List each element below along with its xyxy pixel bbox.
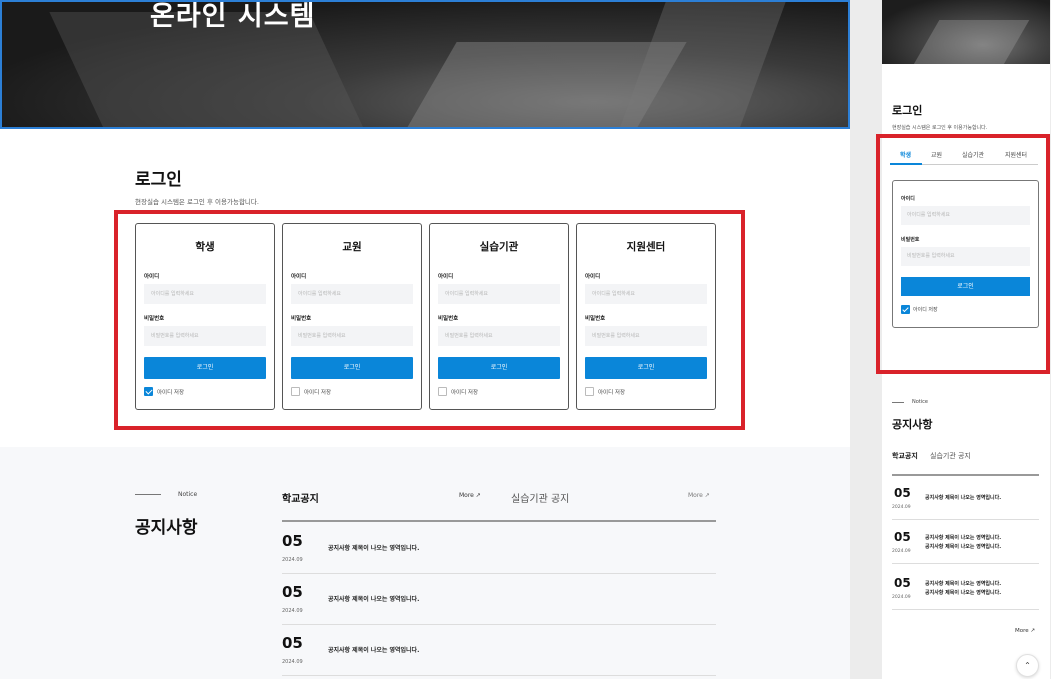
highlight-box-mobile-login xyxy=(876,134,1050,374)
notice-date: 2024.09 xyxy=(282,659,303,665)
notice-day: 05 xyxy=(282,532,303,550)
notice-date: 2024.09 xyxy=(282,557,303,563)
notice-divider xyxy=(135,494,161,495)
notice-date: 2024.09 xyxy=(892,505,911,510)
notice-title: 공지사항 xyxy=(135,518,198,538)
mobile-login-subtitle: 현장실습 시스템은 로그인 후 이용가능합니다. xyxy=(892,125,988,131)
notice-row[interactable]: 05 2024.09 공지사항 제목이 나오는 영역입니다. xyxy=(282,624,716,676)
mobile-login-title: 로그인 xyxy=(892,104,923,117)
hero-banner: 온라인 시스템 xyxy=(0,0,850,129)
notice-row[interactable]: 05 2024.09 공지사항 제목이 나오는 영역입니다. xyxy=(282,522,716,574)
mobile-notice-title: 공지사항 xyxy=(892,418,933,431)
notice-day: 05 xyxy=(282,583,303,601)
mobile-notice-row[interactable]: 05 2024.09 공지사항 제목이 나오는 영역입니다. xyxy=(892,476,1039,520)
tab-school-notice[interactable]: 학교공지 xyxy=(282,490,319,505)
mobile-tab-institution-notice[interactable]: 실습기관 공지 xyxy=(930,451,971,461)
notice-date: 2024.09 xyxy=(892,549,911,554)
chevron-up-icon[interactable]: ⌃ xyxy=(1016,654,1039,677)
notice-text-line: 공지사항 제목이 나오는 영역입니다. xyxy=(925,544,1002,550)
notice-day: 05 xyxy=(282,634,303,652)
highlight-box-desktop-login xyxy=(114,210,745,430)
notice-text: 공지사항 제목이 나오는 영역입니다. xyxy=(328,596,420,603)
notice-date: 2024.09 xyxy=(892,595,911,600)
notice-text-line: 공지사항 제목이 나오는 영역입니다. xyxy=(925,581,1002,587)
notice-text-line: 공지사항 제목이 나오는 영역입니다. xyxy=(925,535,1002,541)
login-subtitle: 현장실습 시스템은 로그인 후 이용가능합니다. xyxy=(135,198,259,206)
mobile-notice-row[interactable]: 05 2024.09 공지사항 제목이 나오는 영역입니다. 공지사항 제목이 … xyxy=(892,520,1039,564)
notice-text: 공지사항 제목이 나오는 영역입니다. 공지사항 제목이 나오는 영역입니다. xyxy=(925,580,1001,598)
notice-day: 05 xyxy=(894,530,911,544)
tab-institution-notice[interactable]: 실습기관 공지 xyxy=(511,490,569,505)
more-link-institution[interactable]: More ↗ xyxy=(688,492,710,499)
notice-text: 공지사항 제목이 나오는 영역입니다. 공지사항 제목이 나오는 영역입니다. xyxy=(925,534,1001,552)
more-link-school[interactable]: More ↗ xyxy=(459,492,481,499)
notice-row[interactable]: 05 2024.09 공지사항 제목이 나오는 영역입니다. xyxy=(282,573,716,625)
notice-text: 공지사항 제목이 나오는 영역입니다. xyxy=(328,545,420,552)
notice-day: 05 xyxy=(894,486,911,500)
hero-title: 온라인 시스템 xyxy=(150,1,316,32)
notice-text-line: 공지사항 제목이 나오는 영역입니다. xyxy=(925,495,1002,501)
mobile-hero-banner xyxy=(882,0,1050,64)
notice-date: 2024.09 xyxy=(282,608,303,614)
mobile-more-link[interactable]: More ↗ xyxy=(1015,628,1035,634)
page: 온라인 시스템 로그인 현장실습 시스템은 로그인 후 이용가능합니다. 학생 … xyxy=(0,0,1051,679)
mobile-tab-school-notice[interactable]: 학교공지 xyxy=(892,451,918,461)
mobile-notice-divider xyxy=(892,402,904,403)
notice-text-line: 공지사항 제목이 나오는 영역입니다. xyxy=(925,590,1002,596)
notice-day: 05 xyxy=(894,576,911,590)
mobile-notice-row[interactable]: 05 2024.09 공지사항 제목이 나오는 영역입니다. 공지사항 제목이 … xyxy=(892,566,1039,610)
notice-eng-label: Notice xyxy=(178,491,198,498)
notice-text: 공지사항 제목이 나오는 영역입니다. xyxy=(328,647,420,654)
login-title: 로그인 xyxy=(135,170,182,190)
notice-text: 공지사항 제목이 나오는 영역입니다. xyxy=(925,494,1001,503)
mobile-notice-eng-label: Notice xyxy=(912,399,928,405)
